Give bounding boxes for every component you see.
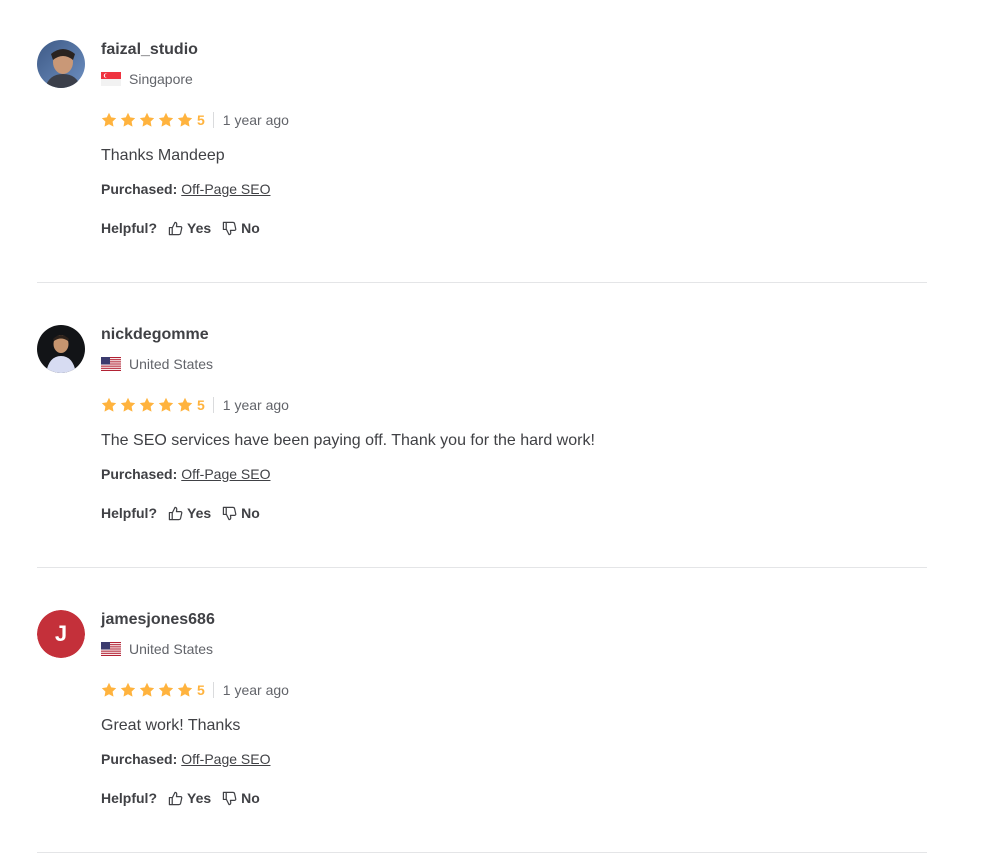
star-icon <box>101 112 117 127</box>
username[interactable]: faizal_studio <box>101 40 198 60</box>
thumbs-up-icon <box>168 506 183 520</box>
helpful-yes-button[interactable]: Yes <box>168 504 211 522</box>
review-text: Thanks Mandeep <box>101 147 225 164</box>
us-flag-icon <box>101 642 121 656</box>
rating-row: 5 1 year ago <box>101 681 289 699</box>
star-icon <box>120 682 136 697</box>
avatar[interactable]: J <box>37 610 85 658</box>
country: United States <box>101 640 213 658</box>
rating-separator <box>212 112 214 128</box>
purchased-label: Purchased: <box>101 751 178 767</box>
star-icon <box>158 397 174 412</box>
star-icon <box>177 682 193 697</box>
rating-row: 5 1 year ago <box>101 396 289 414</box>
us-flag-icon <box>101 357 121 371</box>
country-name: Singapore <box>129 71 193 87</box>
country-name: United States <box>129 641 214 657</box>
star-icon <box>177 397 193 412</box>
divider <box>37 567 927 568</box>
star-icon <box>158 112 174 127</box>
rating-value: 5 <box>197 112 205 128</box>
star-icon <box>120 112 136 127</box>
helpful-row: Helpful? Yes No <box>101 219 260 237</box>
purchased-label: Purchased: <box>101 466 178 482</box>
country-name: United States <box>129 356 214 372</box>
divider <box>37 852 927 853</box>
singapore-flag-icon <box>101 72 121 86</box>
purchased-label: Purchased: <box>101 181 178 197</box>
star-icon <box>120 397 136 412</box>
purchased-item-link[interactable]: Off-Page SEO <box>181 466 270 482</box>
avatar[interactable] <box>37 40 85 88</box>
purchased-info: Purchased: Off-Page SEO <box>101 180 270 198</box>
star-icon <box>139 682 155 697</box>
star-icon <box>101 682 117 697</box>
star-rating <box>101 397 196 413</box>
rating-value: 5 <box>197 682 205 698</box>
initial-avatar: J <box>37 610 85 658</box>
star-rating <box>101 112 196 128</box>
username[interactable]: nickdegomme <box>101 325 209 345</box>
helpful-row: Helpful? Yes No <box>101 789 260 807</box>
helpful-row: Helpful? Yes No <box>101 504 260 522</box>
no-label: No <box>241 790 260 806</box>
divider <box>37 282 927 283</box>
country: United States <box>101 355 213 373</box>
avatar[interactable] <box>37 325 85 373</box>
star-icon <box>177 112 193 127</box>
username[interactable]: jamesjones686 <box>101 610 215 630</box>
thumbs-up-icon <box>168 791 183 805</box>
country: Singapore <box>101 70 193 88</box>
helpful-label: Helpful? <box>101 505 157 521</box>
review-item: faizal_studio Singapore 5 1 year ago Tha… <box>37 40 927 240</box>
helpful-label: Helpful? <box>101 220 157 236</box>
review-text: The SEO services have been paying off. T… <box>101 432 595 449</box>
rating-separator <box>212 397 214 413</box>
star-rating <box>101 682 196 698</box>
purchased-item-link[interactable]: Off-Page SEO <box>181 181 270 197</box>
helpful-no-button[interactable]: No <box>222 789 260 807</box>
helpful-yes-button[interactable]: Yes <box>168 789 211 807</box>
review-item: nickdegomme United States 5 1 year ago T… <box>37 325 927 525</box>
thumbs-up-icon <box>168 221 183 235</box>
review-time: 1 year ago <box>222 112 289 128</box>
rating-row: 5 1 year ago <box>101 111 289 129</box>
review-time: 1 year ago <box>222 682 289 698</box>
star-icon <box>158 682 174 697</box>
helpful-no-button[interactable]: No <box>222 504 260 522</box>
thumbs-down-icon <box>222 221 237 235</box>
helpful-yes-button[interactable]: Yes <box>168 219 211 237</box>
purchased-info: Purchased: Off-Page SEO <box>101 465 270 483</box>
user-photo-avatar <box>37 325 85 373</box>
review-text: Great work! Thanks <box>101 717 241 734</box>
star-icon <box>139 112 155 127</box>
purchased-info: Purchased: Off-Page SEO <box>101 750 270 768</box>
thumbs-down-icon <box>222 791 237 805</box>
no-label: No <box>241 505 260 521</box>
purchased-item-link[interactable]: Off-Page SEO <box>181 751 270 767</box>
thumbs-down-icon <box>222 506 237 520</box>
helpful-label: Helpful? <box>101 790 157 806</box>
rating-separator <box>212 682 214 698</box>
yes-label: Yes <box>187 790 212 806</box>
yes-label: Yes <box>187 220 212 236</box>
rating-value: 5 <box>197 397 205 413</box>
star-icon <box>101 397 117 412</box>
review-item: J jamesjones686 United States 5 1 year a… <box>37 610 927 810</box>
star-icon <box>139 397 155 412</box>
review-time: 1 year ago <box>222 397 289 413</box>
helpful-no-button[interactable]: No <box>222 219 260 237</box>
no-label: No <box>241 220 260 236</box>
yes-label: Yes <box>187 505 212 521</box>
user-photo-avatar <box>37 40 85 88</box>
